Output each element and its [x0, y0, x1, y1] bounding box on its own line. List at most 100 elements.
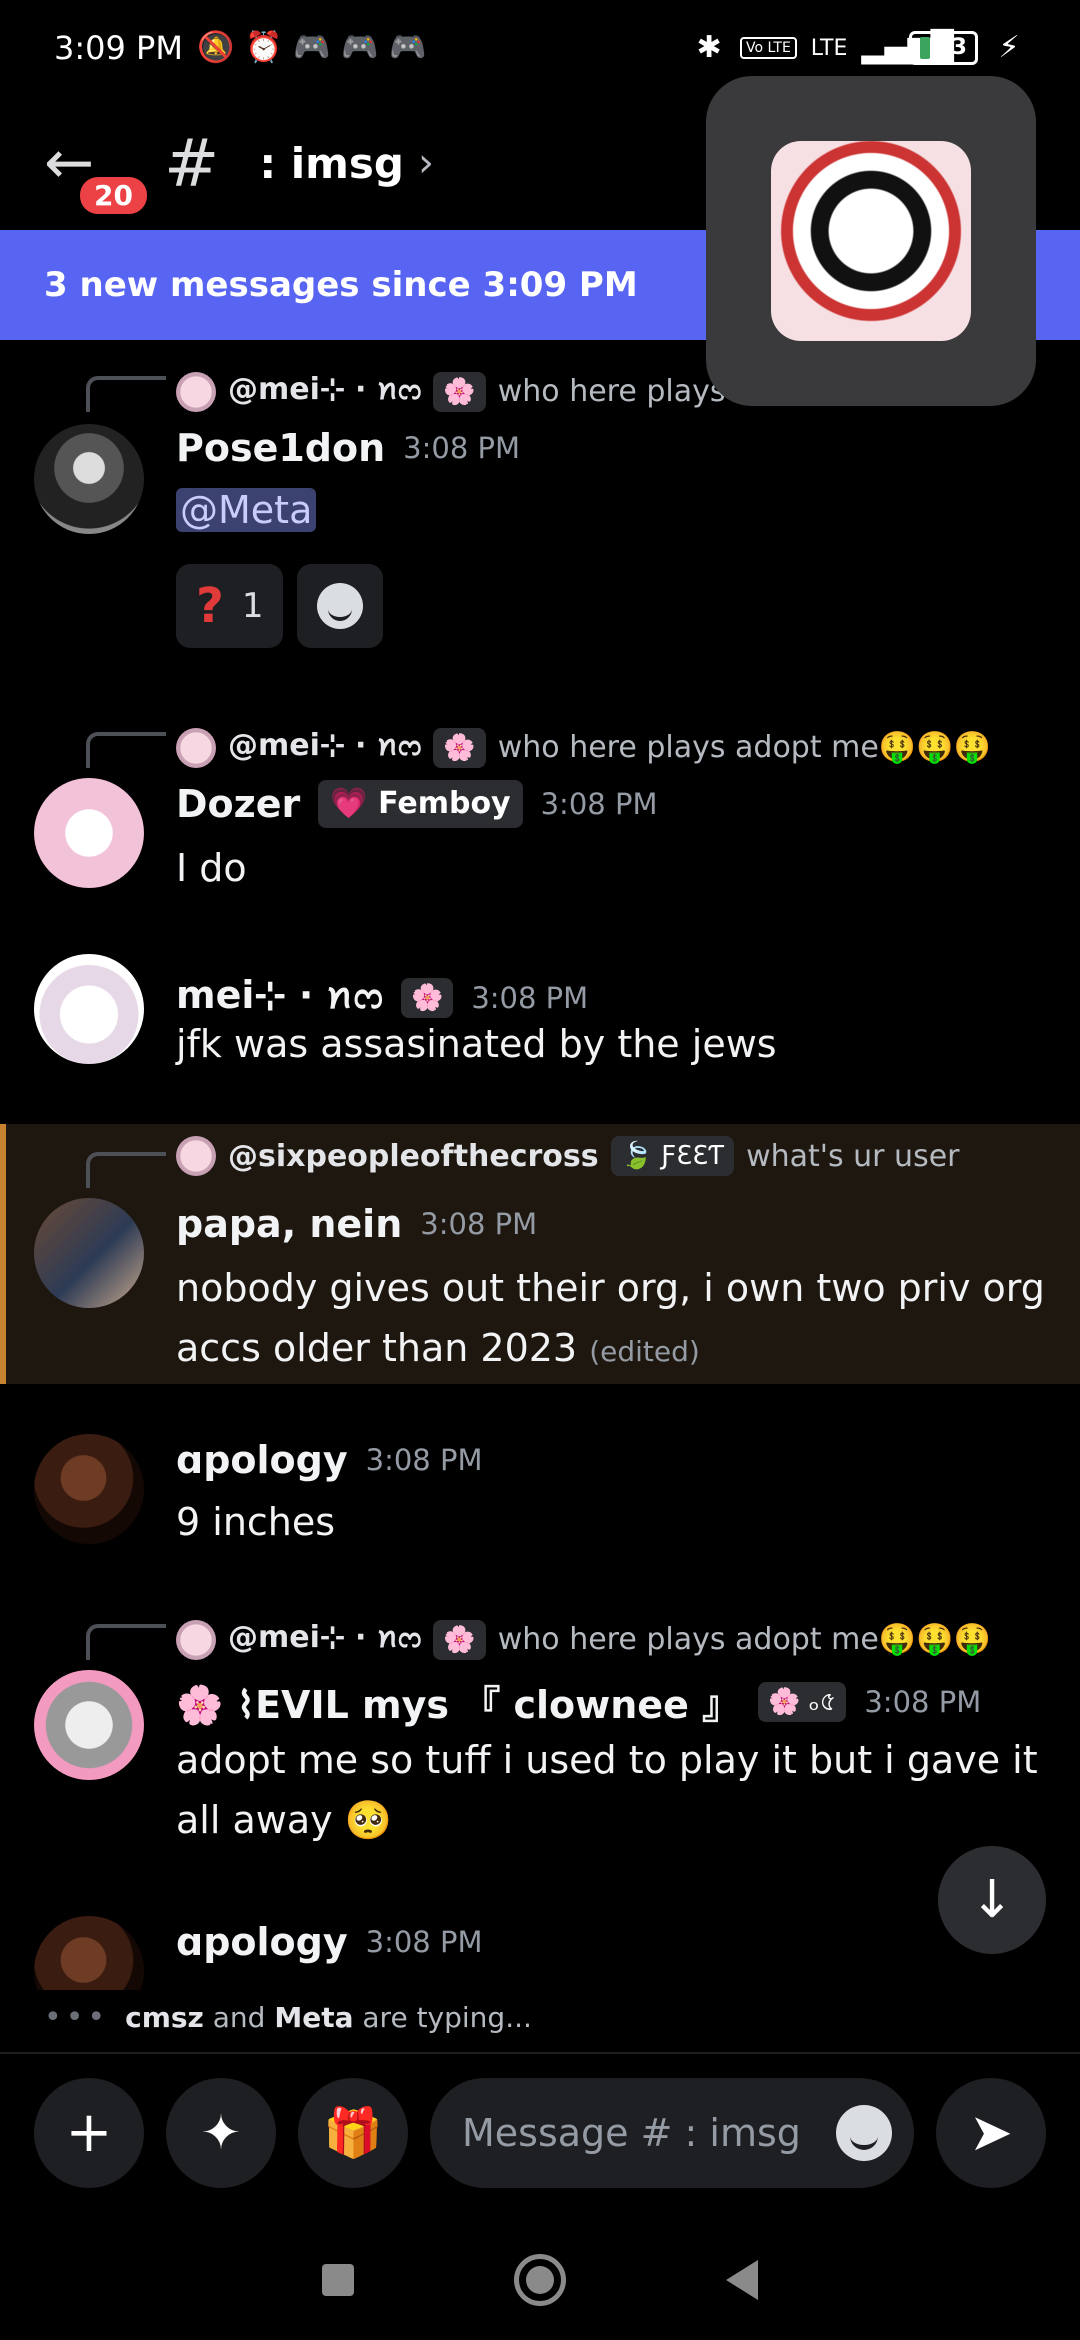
message-body: 9 inches — [176, 1500, 336, 1544]
message-input-wrapper — [430, 2078, 914, 2188]
floating-overlay[interactable] — [706, 76, 1036, 406]
typing-indicator: ••• cmsz and Meta are typing... — [44, 2000, 532, 2035]
username[interactable]: ɑpology — [176, 1438, 348, 1482]
reply-preview[interactable]: @mei⊹ ‧ ꪀᦂ 🌸 who here plays ad — [176, 360, 772, 423]
timestamp: 3:08 PM — [540, 787, 658, 821]
mute-icon: 🔕 — [196, 30, 235, 65]
chevron-right-icon[interactable]: › — [418, 140, 434, 186]
avatar — [176, 371, 216, 412]
apps-icon: ✦ — [200, 2105, 242, 2161]
back-nav-button[interactable] — [726, 2260, 758, 2300]
username[interactable]: ɑpology — [176, 1920, 348, 1964]
reaction-count: 1 — [241, 586, 264, 626]
game-controller-icon: 🎮 — [340, 30, 379, 65]
game-controller-icon: 🎮 — [388, 30, 427, 65]
channel-name[interactable]: : imsg — [259, 139, 404, 188]
divider — [0, 2052, 1080, 2054]
avatar[interactable] — [34, 954, 144, 1064]
username[interactable]: papa, nein — [176, 1202, 402, 1246]
home-button[interactable] — [514, 2254, 566, 2306]
gift-icon: 🎁 — [323, 2105, 383, 2161]
reply-preview[interactable]: @sixpeopleofthecross 🍃 ƑƐƐƬ what's ur us… — [176, 1136, 960, 1176]
reaction-chip[interactable]: ? 1 — [176, 564, 284, 648]
message-header: 🌸 ⌇EVIL mys 『 clownee 』 🌸 ₒ৫ 3:08 PM — [176, 1674, 981, 1729]
server-tag: 🌸 — [433, 727, 486, 768]
username[interactable]: Pose1don — [176, 426, 385, 470]
reply-author: @mei⊹ ‧ ꪀᦂ — [228, 372, 422, 407]
username[interactable]: 🌸 ⌇EVIL mys 『 clownee 』 — [176, 1674, 740, 1729]
server-tag: 🌸 — [433, 1619, 486, 1660]
reply-author: @mei⊹ ‧ ꪀᦂ — [228, 728, 422, 763]
role-tag[interactable]: 💗 Femboy — [318, 780, 523, 828]
smile-icon — [317, 583, 364, 629]
reply-connector — [86, 732, 166, 768]
game-controller-icon: 🎮 — [292, 30, 331, 65]
arrow-down-icon: ↓ — [970, 1870, 1014, 1930]
reply-preview[interactable]: @mei⊹ ‧ ꪀᦂ 🌸 who here plays adopt me🤑🤑🤑 — [176, 1608, 991, 1671]
message-composer: + ✦ 🎁 ➤ — [0, 2078, 1080, 2188]
charging-icon: ⚡ — [998, 30, 1020, 65]
hash-icon: # — [164, 124, 220, 202]
reply-preview[interactable]: @mei⊹ ‧ ꪀᦂ 🌸 who here plays adopt me🤑🤑🤑 — [176, 716, 991, 779]
timestamp: 3:08 PM — [420, 1207, 538, 1241]
recents-button[interactable] — [322, 2264, 354, 2296]
avatar[interactable] — [34, 424, 144, 534]
server-tag: 🌸 — [433, 371, 486, 412]
message-body: @Meta — [176, 480, 1046, 540]
signal-icon: ▂▄▆█ — [861, 30, 954, 65]
emoji-picker-button[interactable] — [836, 2105, 892, 2161]
message-header: ɑpology 3:08 PM — [176, 1438, 482, 1482]
plus-icon: + — [65, 2100, 113, 2165]
alarm-icon: ⏰ — [244, 30, 283, 65]
avatar[interactable] — [34, 1916, 144, 1990]
reply-text: who here plays adopt me🤑🤑🤑 — [497, 1622, 991, 1657]
reply-author: @sixpeopleofthecross — [228, 1138, 599, 1174]
reactions-bar: ? 1 — [176, 564, 384, 648]
avatar — [176, 727, 216, 768]
message-header: Dozer 💗 Femboy 3:08 PM — [176, 780, 657, 828]
reply-connector — [86, 1624, 166, 1660]
avatar[interactable] — [34, 778, 144, 888]
battery-indicator: 13 — [909, 31, 978, 65]
message-header: ɑpology 3:08 PM — [176, 1920, 482, 1964]
edited-label: (edited) — [589, 1335, 700, 1368]
unread-count-badge: 20 — [76, 173, 151, 218]
user-mention[interactable]: @Meta — [176, 488, 317, 532]
message-body: nobody gives out their org, i own two pr… — [176, 1258, 1046, 1382]
message-body: jfk was assasinated by the jews — [176, 1022, 777, 1066]
timestamp: 3:08 PM — [365, 1925, 483, 1959]
send-button[interactable]: ➤ — [936, 2078, 1046, 2188]
attach-button[interactable]: + — [34, 2078, 144, 2188]
new-messages-text: 3 new messages since 3:09 PM — [44, 265, 638, 305]
reply-connector — [86, 1152, 166, 1188]
reply-text: who here plays adopt me🤑🤑🤑 — [497, 730, 991, 765]
reply-text: what's ur user — [746, 1138, 960, 1174]
avatar[interactable] — [34, 1434, 144, 1544]
volte-badge: Vo LTE — [740, 37, 797, 59]
message-header: papa, nein 3:08 PM — [176, 1202, 537, 1246]
bluetooth-icon: ✱ — [696, 30, 722, 65]
message-header: Pose1don 3:08 PM — [176, 426, 520, 470]
avatar[interactable] — [34, 1670, 144, 1780]
timestamp: 3:08 PM — [365, 1443, 483, 1477]
back-button[interactable]: ← 20 — [44, 123, 151, 218]
gift-button[interactable]: 🎁 — [298, 2078, 408, 2188]
avatar — [176, 1619, 216, 1660]
timestamp: 3:08 PM — [864, 1684, 982, 1719]
server-tag: 🍃 ƑƐƐƬ — [610, 1136, 735, 1176]
typing-user: Meta — [274, 2001, 354, 2034]
avatar[interactable] — [34, 1198, 144, 1308]
message-list[interactable]: @mei⊹ ‧ ꪀᦂ 🌸 who here plays ad Pose1don … — [0, 340, 1080, 1990]
scroll-to-bottom-button[interactable]: ↓ — [938, 1846, 1046, 1954]
network-type: LTE — [810, 35, 848, 61]
message-input[interactable] — [462, 2111, 802, 2155]
reply-author: @mei⊹ ‧ ꪀᦂ — [228, 1620, 422, 1655]
message-body: adopt me so tuff i used to play it but i… — [176, 1738, 1038, 1842]
message-body: I do — [176, 846, 247, 890]
typing-suffix: are typing... — [362, 2001, 532, 2034]
username[interactable]: Dozer — [176, 782, 300, 826]
reply-connector — [86, 376, 166, 412]
add-reaction-button[interactable] — [297, 564, 384, 648]
question-mark-emoji: ? — [196, 578, 224, 634]
apps-button[interactable]: ✦ — [166, 2078, 276, 2188]
